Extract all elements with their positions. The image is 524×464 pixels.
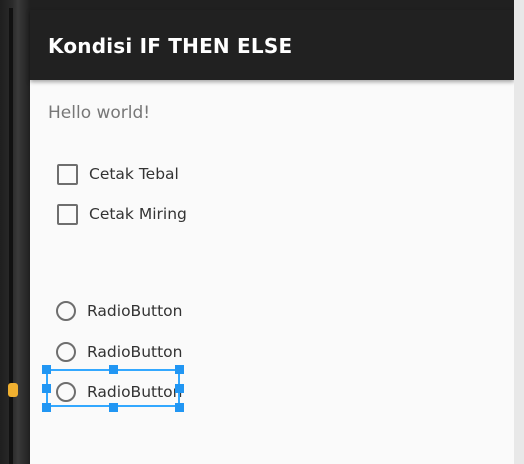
resize-handle-middle-right[interactable] bbox=[175, 384, 184, 393]
phone-screen: Kondisi IF THEN ELSE Hello world! Cetak … bbox=[30, 10, 514, 464]
checkbox-label: Cetak Tebal bbox=[89, 165, 179, 183]
resize-handle-top-left[interactable] bbox=[42, 365, 51, 374]
checkbox-cetak-miring[interactable]: Cetak Miring bbox=[56, 202, 187, 226]
checkbox-cetak-tebal[interactable]: Cetak Tebal bbox=[56, 162, 179, 186]
resize-handle-middle-left[interactable] bbox=[42, 384, 51, 393]
app-bar: Kondisi IF THEN ELSE bbox=[30, 10, 514, 80]
checkbox-box[interactable] bbox=[57, 203, 78, 225]
resize-handle-bottom-center[interactable] bbox=[109, 403, 118, 412]
radio-button-1[interactable]: RadioButton bbox=[56, 299, 182, 323]
radio-circle[interactable] bbox=[56, 301, 76, 321]
radio-circle[interactable] bbox=[56, 342, 76, 362]
resize-handle-bottom-left[interactable] bbox=[42, 403, 51, 412]
radio-label: RadioButton bbox=[87, 343, 183, 361]
resize-handle-bottom-right[interactable] bbox=[175, 403, 184, 412]
resize-handle-top-center[interactable] bbox=[109, 365, 118, 374]
checkbox-box[interactable] bbox=[57, 163, 78, 185]
app-title: Kondisi IF THEN ELSE bbox=[48, 34, 293, 58]
layout-anchor-handle[interactable] bbox=[8, 383, 18, 397]
radio-button-2[interactable]: RadioButton bbox=[56, 340, 182, 364]
checkbox-label: Cetak Miring bbox=[89, 205, 187, 223]
resize-handle-top-right[interactable] bbox=[175, 365, 184, 374]
radio-label: RadioButton bbox=[87, 302, 183, 320]
device-frame-top bbox=[0, 0, 524, 10]
hello-world-text: Hello world! bbox=[48, 103, 151, 123]
editor-margin-right bbox=[514, 0, 524, 464]
selection-bounding-box[interactable] bbox=[46, 369, 180, 407]
